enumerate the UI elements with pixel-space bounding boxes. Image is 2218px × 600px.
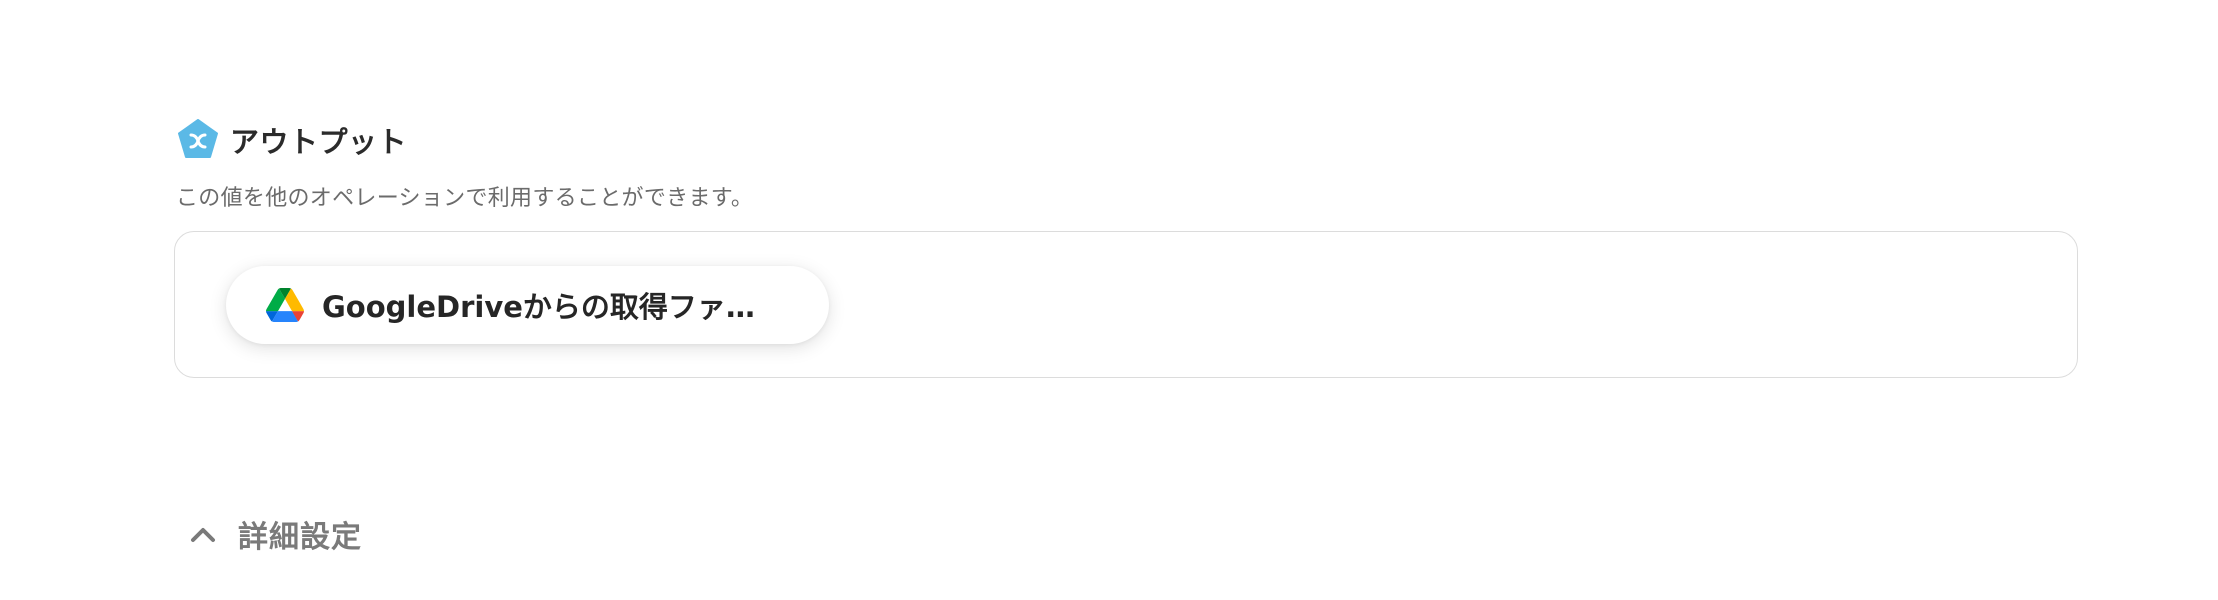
chevron-up-icon bbox=[191, 528, 215, 542]
output-header: アウトプット bbox=[176, 118, 407, 162]
google-drive-icon bbox=[266, 288, 304, 322]
output-box: GoogleDriveからの取得ファ… bbox=[174, 231, 2078, 378]
advanced-settings-toggle[interactable]: 詳細設定 bbox=[186, 512, 362, 556]
yoom-pentagon-icon bbox=[178, 119, 218, 158]
output-chip-google-drive-file[interactable]: GoogleDriveからの取得ファ… bbox=[226, 266, 829, 344]
output-description: この値を他のオペレーションで利用することができます。 bbox=[176, 186, 754, 211]
page: アウトプット この値を他のオペレーションで利用することができます。 Google… bbox=[0, 0, 2218, 600]
output-chip-label: GoogleDriveからの取得ファ… bbox=[322, 290, 755, 324]
output-title: アウトプット bbox=[230, 125, 408, 159]
advanced-settings-label: 詳細設定 bbox=[238, 520, 362, 555]
